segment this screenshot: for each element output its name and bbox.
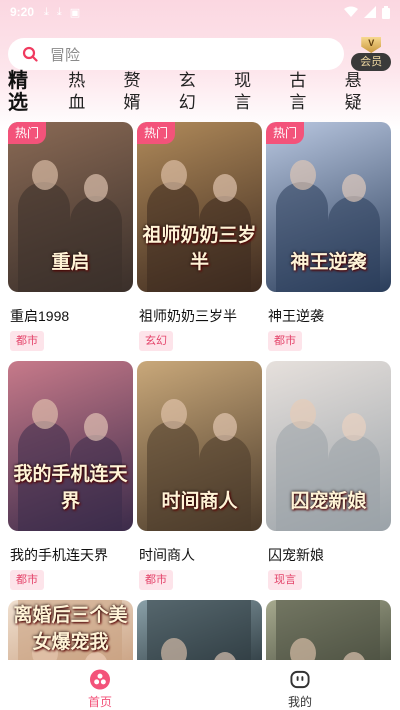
vip-crown-icon: V [361,37,382,53]
drama-title[interactable]: 我的手机连天界 [10,545,108,565]
status-time: 9:20 [10,5,35,19]
tab-5[interactable]: 古言 [289,70,322,114]
drama-title[interactable]: 神王逆袭 [268,306,324,326]
drama-card[interactable]: 重启 热门重启1998 都市 [8,122,133,361]
poster-face [213,413,237,441]
home-icon [89,669,111,690]
poster-figure [276,421,328,531]
category-tabs: 精选 热血 赘婿 玄幻 现言 古言 悬疑 [8,70,400,114]
genre-tag: 都市 [10,570,44,590]
drama-card[interactable]: 囚宠新娘 囚宠新娘 现言 [266,361,391,600]
poster-title-art: 我的手机连天界 [13,463,128,512]
tab-1[interactable]: 热血 [68,70,101,114]
genre-tag: 都市 [10,331,44,351]
search-placeholder: 冒险 [50,46,81,64]
genre-tag: 都市 [139,570,173,590]
poster-face [161,160,187,190]
drama-grid: 重启 热门 重启1998 都市 祖师奶奶三岁半 热门 祖师奶奶三岁半 玄幻 神王逆袭 热门 神王逆袭… [8,122,392,600]
poster-figure [276,182,328,292]
battery-icon [382,5,390,19]
genre-tag: 都市 [268,331,302,351]
signal-icon [364,6,376,18]
nav-profile-label: 我的 [287,695,312,709]
poster-image[interactable]: 囚宠新娘 [266,361,391,531]
tab-4[interactable]: 现言 [234,70,267,114]
status-bar: 9:20 ⤓ ⤓ ▣ [0,0,400,24]
poster-figure [18,182,70,292]
vip-button[interactable]: V 会员 [350,37,392,71]
drama-card[interactable]: 祖师奶奶三岁半 热门 祖师奶奶三岁半 玄幻 [137,122,262,361]
tab-3[interactable]: 玄幻 [179,70,212,114]
poster-image[interactable]: 我的手机连天界 [8,361,133,531]
poster-face [213,174,237,202]
poster-title-art: 祖师奶奶三岁半 [142,224,257,273]
drama-title[interactable]: 囚宠新娘 [268,545,324,565]
hot-badge: 热门 [266,122,304,144]
poster-figure [70,196,122,292]
profile-icon [290,670,310,689]
poster-figure [328,435,380,531]
poster-face [342,174,366,202]
poster-image[interactable]: 时间商人 [137,361,262,531]
poster-face [84,174,108,202]
search-input[interactable]: 冒险 [8,38,345,70]
drama-card[interactable]: 时间商人 时间商人 都市 [137,361,262,600]
poster-figure [199,435,251,531]
drama-title[interactable]: 时间商人 [139,545,195,565]
poster-image[interactable]: 祖师奶奶三岁半 热门 [137,122,262,292]
poster-figure [147,421,199,531]
genre-tag: 玄幻 [139,331,173,351]
poster-title-art: 神王逆袭 [290,251,367,273]
tab-6[interactable]: 悬疑 [345,70,378,114]
nav-home[interactable]: 首页 [0,660,200,710]
drama-card[interactable]: 神王逆袭 热门神王逆袭都市 [266,122,391,361]
download-icon: ⤓ [44,5,49,18]
bottom-nav: 首页 我的 [0,660,400,710]
nav-home-label: 首页 [87,695,112,709]
search-row: 冒险 V 会员 [8,37,392,71]
tab-2[interactable]: 赘婿 [123,70,156,114]
poster-image[interactable]: 神王逆袭 热门 [266,122,391,292]
poster-face [342,413,366,441]
download-icon: ⤓ [56,5,62,18]
genre-tag: 现言 [268,570,302,590]
vip-label: 会员 [351,53,392,71]
poster-image[interactable]: 重启 热门 [8,122,133,292]
poster-title-art: 囚宠新娘 [290,490,367,512]
poster-face [161,399,187,429]
nav-profile[interactable]: 我的 [200,660,400,710]
drama-title[interactable]: 重启1998 [10,306,69,326]
poster-face [290,399,316,429]
hot-badge: 热门 [8,122,46,144]
search-icon [22,46,38,62]
poster-title-art: 时间商人 [161,490,238,512]
poster-face [84,413,108,441]
drama-title[interactable]: 祖师奶奶三岁半 [139,306,237,326]
hot-badge: 热门 [137,122,175,144]
poster-face [32,399,58,429]
poster-face [290,160,316,190]
wifi-icon [344,6,358,17]
drama-card[interactable]: 我的手机连天界 我的手机连天界 都市 [8,361,133,600]
poster-face [32,160,58,190]
font-icon: ▣ [69,6,81,19]
poster-title-art: 重启 [51,251,90,273]
poster-title-art: 离婚后三个美女爆宠我 [13,604,128,653]
tab-0[interactable]: 精选 [8,70,47,114]
poster-figure [328,196,380,292]
